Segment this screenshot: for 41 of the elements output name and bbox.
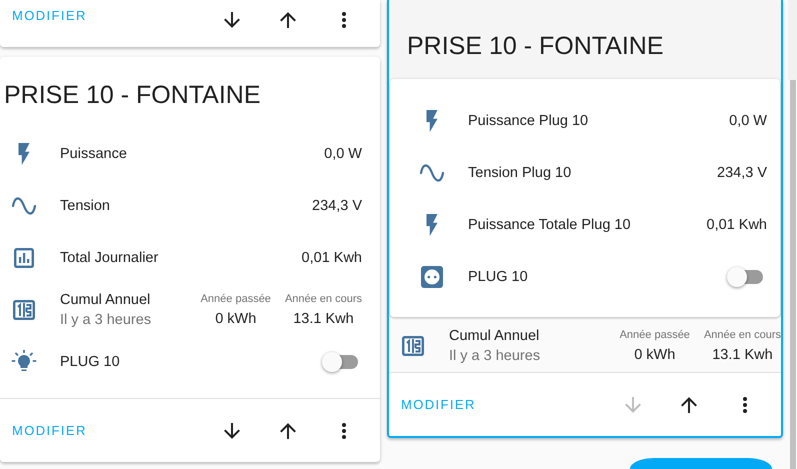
lightning-bolt-icon [17,143,31,165]
power-socket-icon [421,266,443,288]
entity-name[interactable]: Tension Plug 10 [468,165,572,181]
card-title: PRISE 10 - FONTAINE [406,31,665,62]
toggle-switch[interactable] [727,266,763,288]
last-changed-text: Il y a 3 heures [449,348,542,364]
sensor-value: 234,3 V [312,198,362,214]
attribute-value: 13.1 Kwh [293,311,354,327]
sensor-value: 0,01 Kwh [302,250,362,266]
attribute-label: Année passée [200,293,271,305]
lightning-bolt-icon [425,214,439,236]
sensor-value: 0,0 W [324,146,362,162]
attribute-label: Année en cours [284,293,362,305]
last-changed-text: Il y a 3 heures [60,312,152,328]
entity-name[interactable]: Cumul Annuel [449,328,606,344]
entity-name[interactable]: PLUG 10 [60,354,120,370]
counter-icon [402,336,424,356]
attribute-value: 0 kWh [634,347,676,363]
entity-name[interactable]: Puissance [60,146,127,162]
sensor-value: 0,01 Kwh [706,217,767,233]
sine-wave-icon [419,162,445,184]
attribute-label: Année passée [620,329,690,341]
sensor-value: 234,3 V [717,165,767,181]
sine-wave-icon [11,195,37,217]
counter-icon [13,300,35,320]
entity-name[interactable]: PLUG 10 [468,269,528,285]
entity-name[interactable]: Puissance Plug 10 [468,113,588,129]
scrollbar-thumb[interactable] [790,80,796,469]
toggle-switch[interactable] [322,351,358,373]
bar-chart-icon [14,248,34,268]
entity-name[interactable]: Cumul Annuel [60,292,187,308]
sensor-value: 0,0 W [729,113,767,129]
entity-name[interactable]: Tension [60,198,110,214]
attribute-label: Année en cours [704,329,781,341]
attribute-value: 13.1 Kwh [712,347,773,363]
attribute-value: 0 kWh [215,311,256,327]
lightbulb-icon [11,350,37,374]
card-title: PRISE 10 - FONTAINE [3,80,262,111]
entity-name[interactable]: Total Journalier [60,250,158,266]
lightning-bolt-icon [425,110,439,132]
entity-name[interactable]: Puissance Totale Plug 10 [468,217,631,233]
